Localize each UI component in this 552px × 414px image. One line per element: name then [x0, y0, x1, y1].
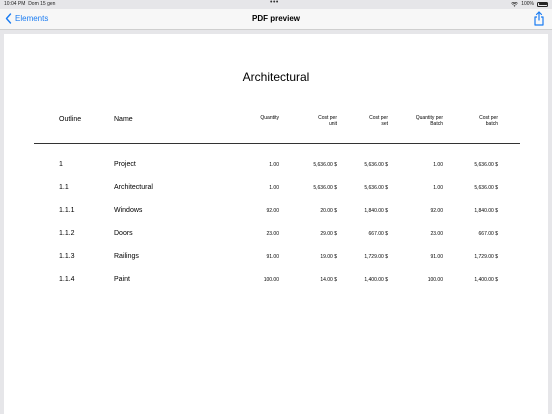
document-title: Architectural	[242, 70, 310, 84]
wifi-icon	[511, 1, 519, 7]
cell-quantity: 23.00	[266, 231, 279, 237]
cell-outline: 1.1.4	[59, 276, 75, 283]
cell-outline: 1	[59, 161, 63, 168]
cell-outline: 1.1.1	[59, 207, 75, 214]
cell-quantity-per-batch: 1.00	[433, 162, 443, 168]
date: Dom 15 gen	[28, 1, 56, 7]
cell-cost-per-batch: 1,840.00 $	[474, 208, 498, 214]
cell-cost-per-set: 1,729.00 $	[364, 254, 388, 260]
cell-name: Project	[114, 161, 136, 168]
cell-cost-per-batch: 667.00 $	[478, 231, 498, 237]
header-quantity-per-batch-line2: Batch	[430, 121, 443, 127]
cell-cost-per-unit: 29.00 $	[320, 231, 337, 237]
header-cost-per-set: Cost per set	[369, 115, 388, 127]
table-row: 1.1.2 Doors 23.00 29.00 $ 667.00 $ 23.00…	[4, 230, 548, 244]
cell-cost-per-set: 5,636.00 $	[364, 185, 388, 191]
cell-cost-per-unit: 14.00 $	[320, 277, 337, 283]
cell-quantity: 1.00	[269, 185, 279, 191]
cell-outline: 1.1	[59, 184, 69, 191]
table-row: 1.1 Architectural 1.00 5,636.00 $ 5,636.…	[4, 184, 548, 198]
cell-outline: 1.1.2	[59, 230, 75, 237]
cell-name: Windows	[114, 207, 143, 214]
cell-quantity: 91.00	[266, 254, 279, 260]
cell-cost-per-set: 1,400.00 $	[364, 277, 388, 283]
cell-quantity-per-batch: 23.00	[430, 231, 443, 237]
cell-name: Railings	[114, 253, 139, 260]
table-row: 1.1.3 Railings 91.00 19.00 $ 1,729.00 $ …	[4, 253, 548, 267]
cell-quantity-per-batch: 1.00	[433, 185, 443, 191]
cell-quantity-per-batch: 91.00	[430, 254, 443, 260]
cell-cost-per-unit: 5,636.00 $	[313, 185, 337, 191]
table-row: 1 Project 1.00 5,636.00 $ 5,636.00 $ 1.0…	[4, 161, 548, 175]
status-bar: 10:04 PM Dom 15 gen ••• 100%	[0, 0, 552, 9]
share-icon[interactable]	[532, 11, 546, 26]
header-outline: Outline	[59, 116, 82, 123]
cell-quantity: 100.00	[263, 277, 279, 283]
header-cost-per-batch-line2: batch	[485, 121, 498, 127]
cell-cost-per-batch: 1,400.00 $	[474, 277, 498, 283]
cell-cost-per-set: 1,840.00 $	[364, 208, 388, 214]
header-divider	[34, 143, 520, 144]
cell-quantity-per-batch: 92.00	[430, 208, 443, 214]
header-cost-per-batch: Cost per batch	[479, 115, 498, 127]
battery-icon	[537, 1, 548, 7]
battery-percent: 100%	[521, 1, 534, 7]
header-quantity: Quantity	[260, 115, 279, 121]
cell-quantity: 92.00	[266, 208, 279, 214]
cell-quantity-per-batch: 100.00	[427, 277, 443, 283]
header-name: Name	[114, 116, 133, 123]
cell-name: Paint	[114, 276, 130, 283]
cell-name: Architectural	[114, 184, 153, 191]
cell-cost-per-unit: 5,636.00 $	[313, 162, 337, 168]
header-cost-per-set-line2: set	[381, 121, 388, 127]
cell-cost-per-batch: 5,636.00 $	[474, 162, 498, 168]
page-title: PDF preview	[251, 14, 300, 23]
cell-cost-per-batch: 5,636.00 $	[474, 185, 498, 191]
table-row: 1.1.1 Windows 92.00 20.00 $ 1,840.00 $ 9…	[4, 207, 548, 221]
cell-cost-per-batch: 1,729.00 $	[474, 254, 498, 260]
cell-quantity: 1.00	[269, 162, 279, 168]
clock: 10:04 PM	[4, 1, 26, 7]
cell-cost-per-unit: 19.00 $	[320, 254, 337, 260]
cell-outline: 1.1.3	[59, 253, 75, 260]
navigation-bar: Elements PDF preview	[0, 9, 552, 30]
cell-cost-per-set: 667.00 $	[368, 231, 388, 237]
cell-name: Doors	[114, 230, 133, 237]
status-time: 10:04 PM Dom 15 gen	[4, 1, 55, 7]
header-quantity-per-batch: Quantity per Batch	[416, 115, 443, 127]
header-cost-per-unit-line2: unit	[328, 121, 337, 127]
cell-cost-per-set: 5,636.00 $	[364, 162, 388, 168]
pdf-page[interactable]: Architectural Outline Name Quantity Cost…	[4, 34, 548, 414]
table-row: 1.1.4 Paint 100.00 14.00 $ 1,400.00 $ 10…	[4, 276, 548, 290]
status-indicators: 100%	[511, 1, 548, 7]
multitasking-dots[interactable]: •••	[270, 0, 279, 6]
cell-cost-per-unit: 20.00 $	[320, 208, 337, 214]
header-cost-per-unit: Cost per unit	[318, 115, 337, 127]
